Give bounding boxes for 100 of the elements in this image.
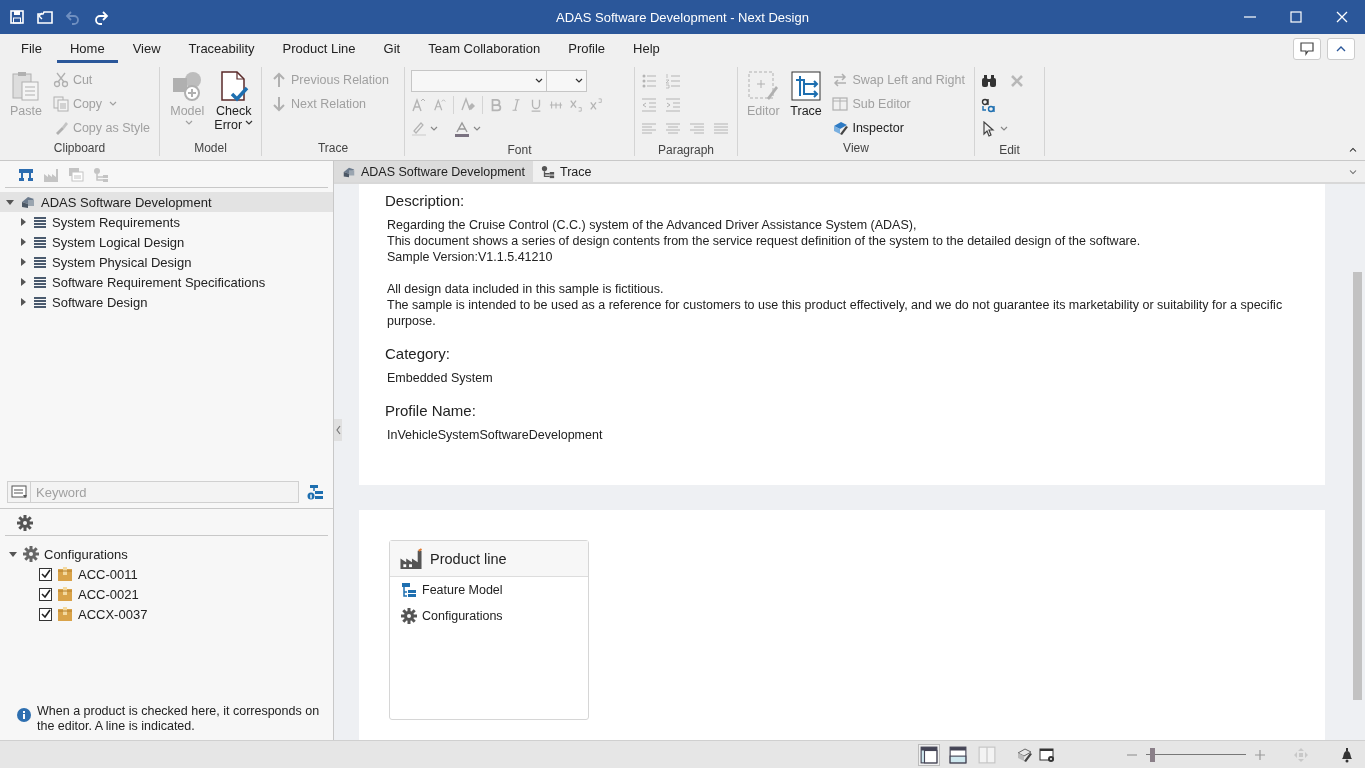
hierarchy-icon[interactable] <box>18 167 34 183</box>
menu-tab[interactable]: Traceability <box>175 34 268 63</box>
shrink-font-icon[interactable] <box>433 98 447 112</box>
ribbon-button[interactable]: Inspector <box>829 117 968 139</box>
checkbox[interactable] <box>39 607 52 621</box>
collapsed-arrow-icon[interactable] <box>18 237 28 247</box>
scissors-icon <box>52 72 69 88</box>
document-stack-icon[interactable] <box>68 167 84 183</box>
checkbox[interactable] <box>39 587 52 601</box>
tree-item[interactable]: Configurations <box>44 546 128 562</box>
tree-item[interactable]: ACC-0011 <box>78 566 138 582</box>
caret-icon[interactable] <box>1000 125 1008 133</box>
swap-icon <box>832 72 849 88</box>
field-value: All design data included in this sample is fictitious. <box>387 281 665 297</box>
info-icon <box>16 707 32 723</box>
window-settings-icon[interactable] <box>1039 746 1055 763</box>
keyword-search-field[interactable]: Keyword <box>31 484 298 500</box>
binoculars-icon[interactable] <box>981 73 997 89</box>
menu-tab[interactable]: Help <box>620 34 673 63</box>
close-icon[interactable] <box>1009 73 1025 89</box>
superscript-icon[interactable] <box>589 98 603 112</box>
menu-tab[interactable]: Profile <box>555 34 619 63</box>
collapse-ribbon-button[interactable] <box>1327 37 1355 60</box>
collapsed-arrow-icon[interactable] <box>18 297 28 307</box>
field-label: Category: <box>385 345 452 362</box>
tree-item[interactable]: ADAS Software Development <box>0 192 333 212</box>
subscript-icon[interactable] <box>569 98 583 112</box>
caret-icon[interactable] <box>430 125 438 133</box>
group-label: Edit <box>998 142 1021 158</box>
feature-model-icon <box>401 582 417 598</box>
field-value: Regarding the Cruise Control (C.C.) system of the Advanced Driver Assistance System (ADAS), <box>387 217 918 233</box>
inspector-icon[interactable] <box>1016 746 1032 763</box>
field-value: This document shows a series of design contents from the service request definition of the system to the detailed design of the software. <box>387 233 1142 249</box>
caret-icon <box>575 77 583 85</box>
collapsed-arrow-icon[interactable] <box>18 257 28 267</box>
factory-icon[interactable] <box>43 167 59 183</box>
speech-bubble-icon <box>1299 40 1315 57</box>
caret-icon[interactable] <box>473 125 481 133</box>
tree-item[interactable]: Software Requirement Specifications <box>52 274 266 290</box>
filter-properties-icon[interactable] <box>307 484 323 500</box>
tree-item[interactable]: System Logical Design <box>52 234 185 250</box>
ribbon-large-button[interactable]: Check Error <box>212 69 255 133</box>
card-title: Product line <box>430 550 507 567</box>
shapes-icon <box>171 70 204 102</box>
arrow-up-icon <box>271 72 287 88</box>
font-size-field[interactable] <box>547 70 587 92</box>
collapsed-arrow-icon[interactable] <box>18 217 28 227</box>
document-tab[interactable]: Trace <box>532 161 600 182</box>
menu-tab[interactable]: Team Collaboration <box>415 34 554 63</box>
pointer-icon[interactable] <box>981 121 997 137</box>
tree-item[interactable]: ACCX-0037 <box>78 606 148 622</box>
clear-format-icon[interactable] <box>460 97 476 113</box>
left-panel-layout-icon <box>920 745 938 764</box>
scrollbar-thumb[interactable] <box>1353 272 1362 700</box>
settings-icon[interactable] <box>17 515 33 531</box>
menu-tab[interactable]: Git <box>370 34 414 63</box>
feedback-button[interactable] <box>1293 37 1321 60</box>
ribbon-large-button[interactable]: Trace <box>786 69 826 119</box>
save-icon[interactable] <box>9 9 25 25</box>
document-tab[interactable]: ADAS Software Development <box>334 161 533 182</box>
search-box[interactable]: Keyword <box>7 481 299 503</box>
list-icon <box>33 235 47 249</box>
undo-icon[interactable] <box>65 9 81 25</box>
tree-item[interactable]: System Requirements <box>52 214 180 230</box>
grow-font-icon[interactable] <box>411 97 427 113</box>
highlight-icon[interactable] <box>411 121 427 137</box>
checkbox[interactable] <box>39 567 52 581</box>
font-color-icon[interactable] <box>454 121 470 137</box>
font-name-field[interactable] <box>411 70 547 92</box>
redo-icon[interactable] <box>93 9 109 25</box>
menu-tab[interactable]: Product Line <box>269 34 369 63</box>
card-link[interactable]: Feature Model <box>422 583 503 597</box>
caret-icon <box>535 77 543 85</box>
group-label: Trace <box>316 140 350 156</box>
layout-button[interactable] <box>918 743 940 766</box>
link-icon[interactable] <box>93 167 109 183</box>
collapsed-arrow-icon[interactable] <box>18 277 28 287</box>
zoom-slider[interactable] <box>1146 747 1246 762</box>
open-project-icon[interactable] <box>37 9 53 25</box>
bell-icon[interactable] <box>1339 746 1355 763</box>
package-icon <box>57 606 73 622</box>
menu-tab[interactable]: View <box>119 34 174 63</box>
underline-icon[interactable] <box>529 98 543 112</box>
tree-item[interactable]: System Physical Design <box>52 254 192 270</box>
maximize-icon <box>1288 9 1304 25</box>
replace-icon[interactable] <box>981 97 997 113</box>
tree-item[interactable]: Software Design <box>52 294 148 310</box>
field-value: Embedded System <box>387 370 494 386</box>
bold-icon[interactable] <box>489 98 503 112</box>
factory-icon <box>399 547 423 570</box>
card-link[interactable]: Configurations <box>422 609 503 623</box>
tree-item[interactable]: ACC-0021 <box>78 586 139 602</box>
gear-icon <box>401 608 417 624</box>
expanded-arrow-icon[interactable] <box>5 197 15 207</box>
splitter-handle[interactable] <box>334 419 342 441</box>
expanded-arrow-icon[interactable] <box>8 549 18 559</box>
bullet-list-icon[interactable] <box>641 73 657 89</box>
package-icon <box>57 586 73 602</box>
menu-tab[interactable]: File <box>8 34 55 63</box>
layout-button[interactable] <box>947 743 969 766</box>
